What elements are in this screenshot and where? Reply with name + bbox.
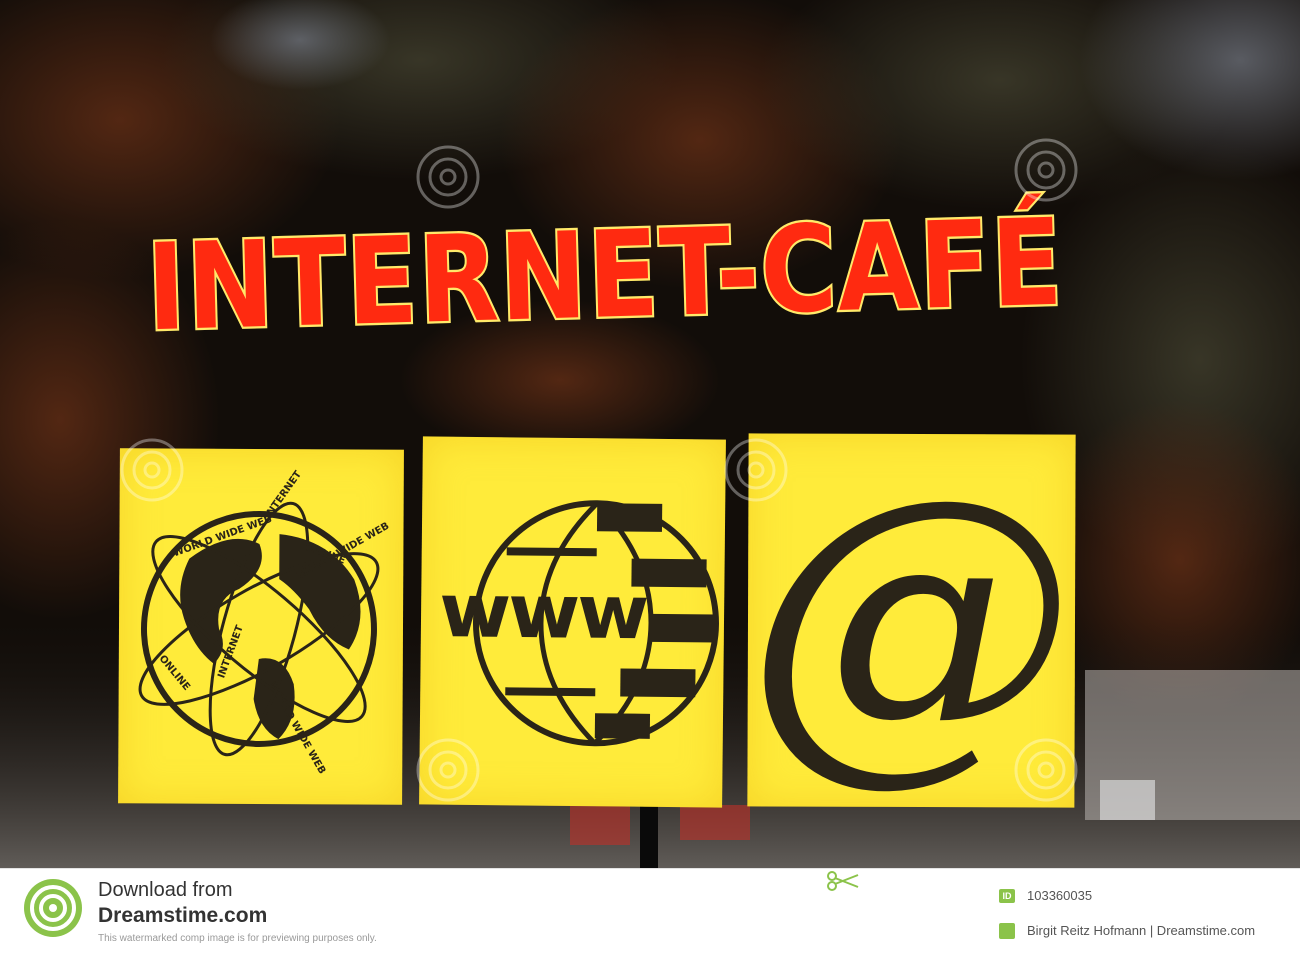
www-panel: www [419,436,726,808]
dreamstime-logo-icon[interactable] [22,877,84,939]
at-symbol: @ [747,433,1075,807]
download-footer: Download from Dreamstime.com This waterm… [0,868,1300,958]
download-from-label: Download from [98,879,233,901]
image-id-number: 103360035 [1027,888,1093,903]
world-globe-icon: WORLD WIDE WEB INTERNET ONLINE WORLD WID… [138,469,391,776]
photographer-icon [999,923,1015,939]
at-panel: @ [747,433,1076,808]
www-globe-icon: www [439,500,719,747]
photographer-credit[interactable]: Birgit Reitz Hofmann | Dreamstime.com [1027,923,1255,938]
id-badge: ID [999,889,1015,903]
preview-note: This watermarked comp image is for previ… [98,933,377,944]
globe-band-text: INTERNET [263,469,304,521]
scissors-icon [827,871,859,891]
www-text: www [439,567,648,656]
photo: INTERNET-CAFÉ WORLD WIDE WEB INTERNET ON… [0,0,1300,868]
dreamstime-link[interactable]: Dreamstime.com [98,904,267,928]
globe-panel: WORLD WIDE WEB INTERNET ONLINE WORLD WID… [118,448,404,805]
at-sign-icon: @ [747,433,1075,807]
